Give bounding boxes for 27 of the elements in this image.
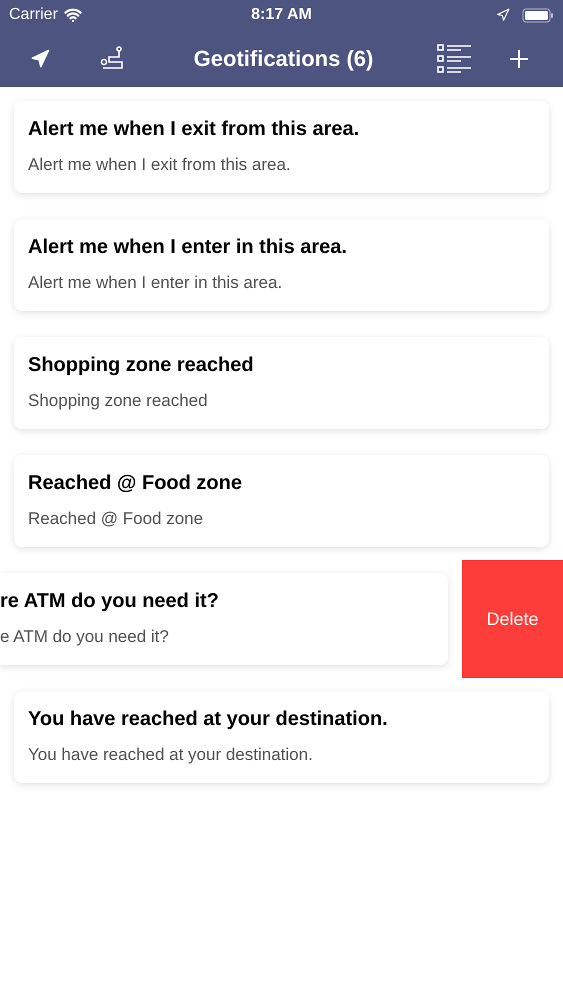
screen-title: Geotifications (6) xyxy=(192,45,374,73)
card-subtitle: Reached @ Food zone xyxy=(28,508,204,530)
location-arrow-icon xyxy=(30,48,50,68)
list-card[interactable]: re ATM do you need it? e ATM do you need it? xyxy=(0,573,448,665)
list-card[interactable]: Alert me when I exit from this area. Alert me when I exit from this area. xyxy=(14,101,549,193)
carrier-label: Carrier xyxy=(9,5,58,25)
wifi-icon xyxy=(64,6,82,24)
card-title: You have reached at your destination. xyxy=(28,707,389,731)
card-subtitle: Alert me when I exit from this area. xyxy=(28,154,292,176)
card-subtitle: e ATM do you need it? xyxy=(0,626,170,648)
card-title: re ATM do you need it? xyxy=(0,589,220,613)
card-subtitle: Alert me when I enter in this area. xyxy=(28,272,284,294)
card-title: Shopping zone reached xyxy=(28,353,255,377)
location-icon xyxy=(496,8,510,22)
card-subtitle: You have reached at your destination. xyxy=(28,744,314,766)
list-card[interactable]: Shopping zone reached Shopping zone reached xyxy=(14,337,549,429)
card-subtitle: Shopping zone reached xyxy=(28,390,209,412)
list-card[interactable]: You have reached at your destination. You have reached at your destination. xyxy=(14,691,549,783)
list-icon xyxy=(437,42,473,74)
delete-button[interactable]: Delete xyxy=(462,560,563,678)
card-title: Alert me when I exit from this area. xyxy=(28,117,360,141)
list-card[interactable]: Reached @ Food zone Reached @ Food zone xyxy=(14,455,549,547)
card-title: Alert me when I enter in this area. xyxy=(28,235,348,259)
card-title: Reached @ Food zone xyxy=(28,471,243,495)
battery-icon xyxy=(522,8,554,22)
list-card[interactable]: Alert me when I enter in this area. Alert me when I enter in this area. xyxy=(14,219,549,311)
clock-time: 8:17 AM xyxy=(251,5,312,25)
